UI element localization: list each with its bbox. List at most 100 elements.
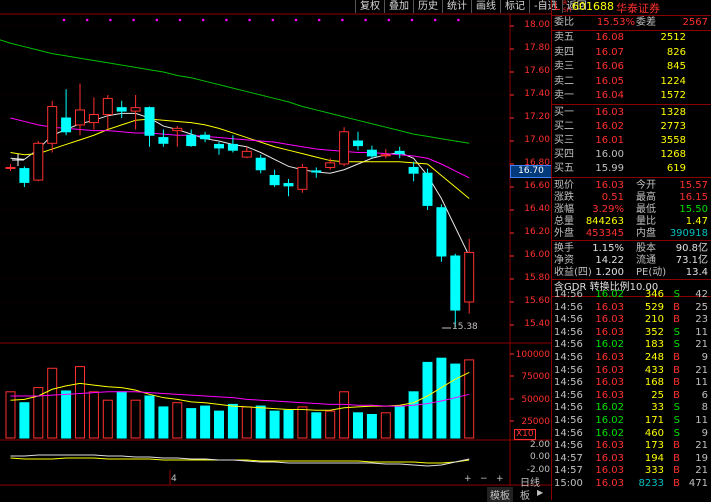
tick-time: 14:56 xyxy=(554,301,583,313)
price-tick: 17.40 xyxy=(524,89,550,99)
stat-value: 390918 xyxy=(669,227,708,239)
tick-side: B xyxy=(673,465,680,477)
event-dot xyxy=(341,18,344,22)
tick-row: 14:56 16.03 25 B 6 xyxy=(552,390,711,402)
volume-bar xyxy=(464,359,475,439)
candle-body xyxy=(325,162,336,168)
tick-side: B xyxy=(673,478,680,489)
event-dot xyxy=(155,18,159,22)
kline-chart[interactable] xyxy=(0,0,551,500)
draw-line-button[interactable]: 画线 xyxy=(471,0,500,13)
tick-time: 14:56 xyxy=(554,326,583,338)
price-tick: 15.80 xyxy=(524,273,550,283)
volume-bar xyxy=(88,391,99,439)
ask-row[interactable]: 卖四 16.07 826 xyxy=(552,46,711,60)
ask-row[interactable]: 卖三 16.06 845 xyxy=(552,60,711,74)
tick-row: 14:56 16.02 33 S 8 xyxy=(552,402,711,414)
stats-button[interactable]: 统计 xyxy=(442,0,471,13)
candle-body xyxy=(186,134,197,147)
ma-line-ma20 xyxy=(10,117,470,179)
bid-row[interactable]: 买四 16.00 1268 xyxy=(552,148,711,162)
overlay-button[interactable]: 叠加 xyxy=(384,0,413,13)
play-icon[interactable]: ▶ xyxy=(537,488,543,497)
tick-time: 14:56 xyxy=(554,440,583,452)
candle-body xyxy=(394,150,405,155)
tick-time: 14:56 xyxy=(554,427,583,439)
bottom-bar: 日线 4 模板 板 + − + ▶ xyxy=(0,474,551,502)
tick-side: S xyxy=(673,415,680,426)
price-tick: 17.20 xyxy=(524,112,550,122)
tick-time: 14:56 xyxy=(554,352,583,363)
tick-count: 8 xyxy=(701,402,708,414)
candle-body xyxy=(61,117,72,133)
tick-count: 11 xyxy=(695,326,708,338)
scroll-right-icon[interactable]: − xyxy=(480,474,488,484)
volume-unit-label: X10 xyxy=(514,429,536,440)
volume-bar xyxy=(75,366,85,439)
ask-price: 16.08 xyxy=(595,32,624,43)
ask-volume: 845 xyxy=(666,61,686,72)
candle-body xyxy=(422,172,433,206)
event-dot xyxy=(271,18,275,22)
fuquan-button[interactable]: 复权 xyxy=(355,0,384,13)
scroll-left-icon[interactable]: + xyxy=(464,474,472,484)
tick-time: 14:56 xyxy=(554,339,583,351)
bid-volume: 619 xyxy=(666,162,686,174)
mark-button[interactable]: 标记 xyxy=(500,0,529,13)
bid-row[interactable]: 买一 16.03 1328 xyxy=(552,106,711,120)
tick-price: 16.03 xyxy=(595,301,624,313)
tick-price: 16.02 xyxy=(595,339,624,351)
ask-row[interactable]: 卖二 16.05 1224 xyxy=(552,75,711,89)
tick-time: 14:56 xyxy=(554,314,583,326)
tick-volume: 333 xyxy=(644,465,664,477)
tick-count: 19 xyxy=(695,452,708,464)
candle-body xyxy=(75,109,85,126)
weibi-value: 15.53% xyxy=(596,17,635,28)
bid-row[interactable]: 买二 16.02 2773 xyxy=(552,120,711,134)
ask-price: 16.04 xyxy=(595,90,624,101)
price-tick: 16.00 xyxy=(524,250,550,260)
candle-body xyxy=(436,207,447,257)
volume-bar xyxy=(283,409,294,439)
tick-row: 14:57 16.03 194 B 19 xyxy=(552,453,711,465)
volume-bar xyxy=(186,408,197,439)
volume-bar xyxy=(158,406,169,439)
tick-row: 14:57 16.03 333 B 21 xyxy=(552,465,711,477)
ask-row[interactable]: 卖五 16.08 2512 xyxy=(552,31,711,45)
price-tick: 18.00 xyxy=(524,20,550,30)
fundamental-row: 收益(四) 1.200 PE(动) 13.4 xyxy=(552,266,711,280)
volume-bar xyxy=(47,367,58,439)
macd-tick: 2.00 xyxy=(529,440,550,450)
tick-side: S xyxy=(673,289,680,300)
volume-bar xyxy=(227,403,238,439)
candle-body xyxy=(19,168,30,183)
tick-volume: 433 xyxy=(644,364,664,376)
tick-price: 16.03 xyxy=(595,377,624,389)
volume-bar xyxy=(102,399,113,439)
event-dot xyxy=(85,18,89,22)
volume-bar xyxy=(394,405,405,439)
zoom-out-icon[interactable]: + xyxy=(496,474,504,484)
bid-row[interactable]: 买五 15.99 619 xyxy=(552,162,711,176)
market-sub: R SH xyxy=(563,0,572,14)
tick-count: 9 xyxy=(701,352,708,363)
candle-body xyxy=(172,127,183,132)
volume-bar xyxy=(380,412,391,439)
volume-bar xyxy=(144,395,155,439)
bid-price: 16.02 xyxy=(595,120,624,132)
tick-count: 21 xyxy=(695,339,708,351)
price-tick: 15.60 xyxy=(524,296,550,306)
volume-bar xyxy=(408,391,419,439)
tick-price: 16.02 xyxy=(595,427,624,439)
macd-dif-line xyxy=(10,454,470,467)
tick-time: 14:56 xyxy=(554,377,583,389)
candle-body xyxy=(269,175,280,186)
history-button[interactable]: 历史 xyxy=(413,0,442,13)
bid-row[interactable]: 买三 16.01 3558 xyxy=(552,134,711,148)
volume-bar xyxy=(366,413,377,439)
candle-body xyxy=(255,157,266,171)
ask-price: 16.05 xyxy=(595,75,624,87)
candle-body xyxy=(408,166,419,174)
ask-row[interactable]: 卖一 16.04 1572 xyxy=(552,89,711,103)
volume-bar xyxy=(297,406,308,439)
